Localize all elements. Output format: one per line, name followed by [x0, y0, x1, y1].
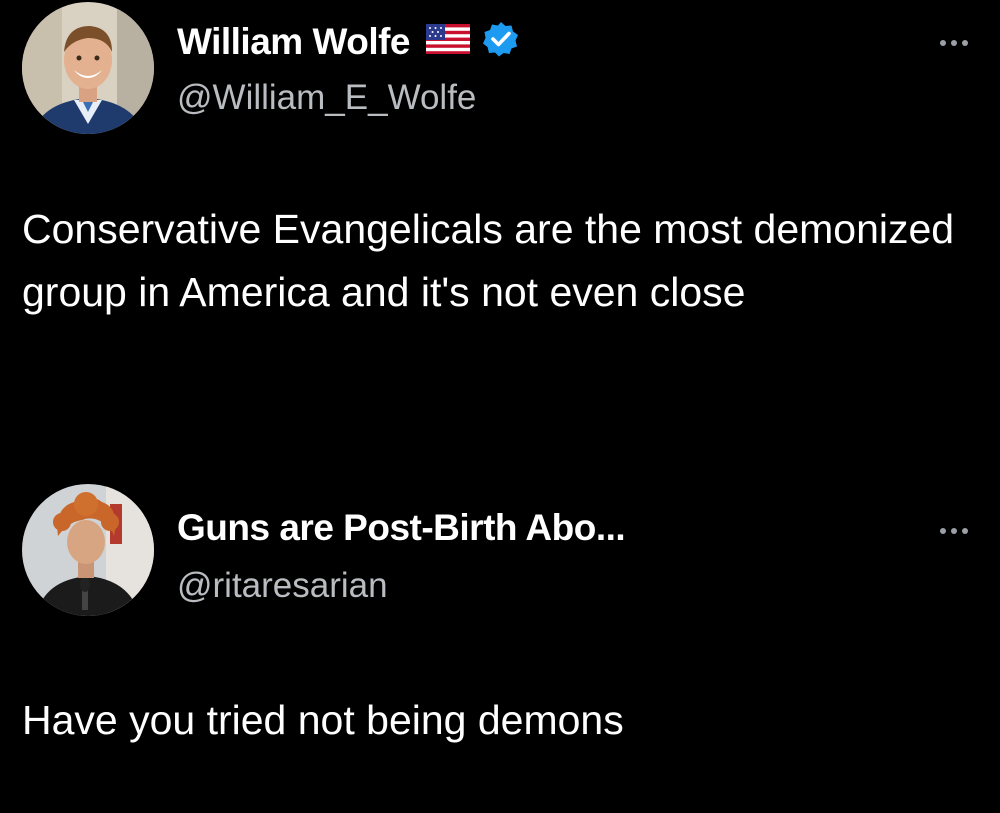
more-options-icon[interactable] [940, 522, 968, 540]
tweet[interactable]: William Wolfe @William_E_Wolfe Conservat… [0, 0, 1000, 430]
dot [962, 40, 968, 46]
dot [940, 40, 946, 46]
dot [951, 40, 957, 46]
profile-photo-icon [22, 2, 154, 134]
dot [962, 528, 968, 534]
author-row: Guns are Post-Birth Abo... [177, 507, 626, 549]
tweet-text: Conservative Evangelicals are the most d… [22, 206, 955, 315]
tweet-text: Have you tried not being demons [22, 697, 624, 743]
avatar[interactable] [22, 484, 154, 616]
dot [951, 528, 957, 534]
profile-photo-icon [22, 484, 154, 616]
display-name[interactable]: Guns are Post-Birth Abo... [177, 507, 626, 549]
handle[interactable]: @ritaresarian [177, 566, 388, 606]
author-row: William Wolfe [177, 20, 520, 63]
avatar[interactable] [22, 2, 154, 134]
verified-badge-icon [482, 20, 520, 63]
handle[interactable]: @William_E_Wolfe [177, 78, 476, 118]
display-name[interactable]: William Wolfe [177, 21, 411, 63]
more-options-icon[interactable] [940, 34, 968, 52]
dot [940, 528, 946, 534]
reply-tweet[interactable]: Guns are Post-Birth Abo... @ritaresarian… [0, 480, 1000, 813]
us-flag-icon [426, 24, 471, 59]
